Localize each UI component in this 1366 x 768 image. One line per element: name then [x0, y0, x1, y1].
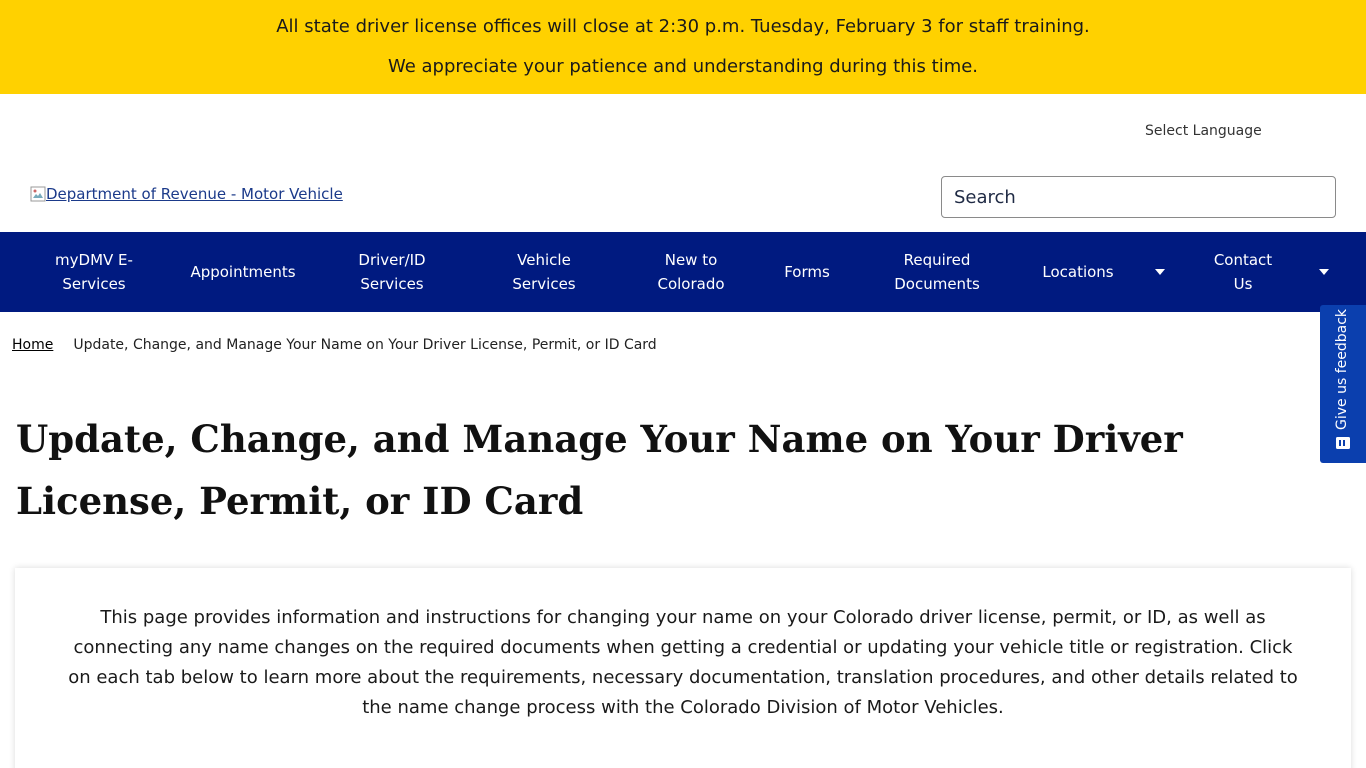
intro-card: This page provides information and instr…: [15, 568, 1351, 768]
nav-item-appointments[interactable]: Appointments: [183, 232, 303, 312]
nav-item-driver-id-services[interactable]: Driver/ID Services: [347, 232, 437, 312]
nav-item-label: Locations: [1042, 263, 1114, 281]
breadcrumb: Home Update, Change, and Manage Your Nam…: [12, 337, 657, 353]
nav-item-vehicle-services[interactable]: Vehicle Services: [499, 232, 589, 312]
alert-line-2: We appreciate your patience and understa…: [387, 56, 979, 77]
broken-image-icon: [30, 186, 46, 202]
nav-item-label: Forms: [784, 263, 830, 281]
alert-banner: All state driver license offices will cl…: [0, 0, 1366, 94]
breadcrumb-current: Update, Change, and Manage Your Name on …: [73, 337, 657, 353]
breadcrumb-home-link[interactable]: Home: [12, 337, 53, 353]
language-selector[interactable]: Select Language: [1145, 123, 1262, 139]
intro-text: This page provides information and instr…: [68, 607, 1298, 718]
nav-item-label: myDMV E-Services: [55, 251, 133, 293]
main-navigation: myDMV E-Services Appointments Driver/ID …: [0, 232, 1366, 312]
nav-item-mydmv-e-services[interactable]: myDMV E-Services: [44, 232, 144, 312]
feedback-icon: [1336, 437, 1350, 449]
page-title: Update, Change, and Manage Your Name on …: [16, 417, 1183, 523]
nav-item-label: New to Colorado: [657, 251, 725, 293]
nav-item-label: Contact Us: [1213, 251, 1273, 293]
alert-line-1: All state driver license offices will cl…: [276, 16, 1090, 37]
nav-item-required-documents[interactable]: Required Documents: [887, 232, 987, 312]
nav-item-label: Driver/ID Services: [358, 251, 426, 293]
nav-item-forms[interactable]: Forms: [772, 232, 842, 312]
nav-item-label: Appointments: [190, 263, 296, 281]
nav-item-label: Required Documents: [894, 251, 980, 293]
chevron-down-icon[interactable]: [1319, 269, 1329, 275]
nav-item-label: Vehicle Services: [512, 251, 576, 293]
nav-item-contact-us[interactable]: Contact Us: [1208, 232, 1278, 312]
search-input[interactable]: [941, 176, 1336, 218]
chevron-down-icon[interactable]: [1155, 269, 1165, 275]
nav-item-locations[interactable]: Locations: [1033, 232, 1123, 312]
site-logo-alt-text: Department of Revenue - Motor Vehicle: [46, 185, 343, 203]
nav-item-new-to-colorado[interactable]: New to Colorado: [646, 232, 736, 312]
site-logo-link[interactable]: Department of Revenue - Motor Vehicle: [30, 185, 343, 203]
